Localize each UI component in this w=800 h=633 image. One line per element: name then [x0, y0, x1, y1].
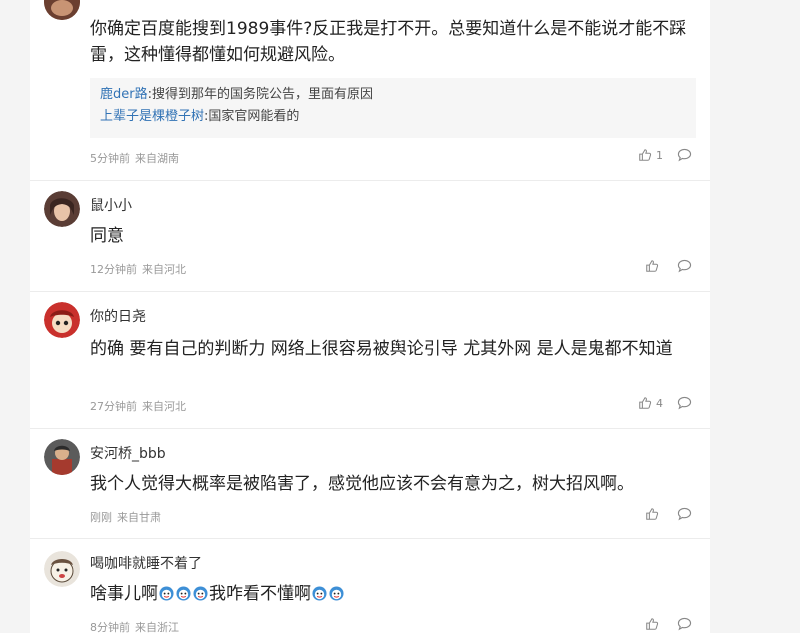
comment-bubble-icon	[677, 617, 692, 631]
comment-time: 27分钟前	[90, 400, 137, 413]
comment-time: 12分钟前	[90, 263, 137, 276]
reply-author-link[interactable]: 鹿der路	[100, 87, 148, 102]
avatar[interactable]	[44, 0, 80, 20]
reply-button[interactable]	[677, 148, 692, 162]
comment-bubble-icon	[677, 507, 692, 521]
comment-meta: 27分钟前 来自河北	[90, 398, 186, 414]
comment-item: 你确定百度能搜到1989事件?反正我是打不开。总要知道什么是不能说才能不踩雷，这…	[30, 0, 710, 181]
comment-location: 来自河北	[142, 263, 186, 276]
comment-meta: 5分钟前 来自湖南	[90, 150, 179, 166]
avatar[interactable]	[44, 191, 80, 227]
thumbs-up-icon	[646, 618, 659, 630]
like-button[interactable]	[645, 259, 663, 273]
emoji-face-icon	[193, 583, 208, 601]
like-button[interactable]	[645, 617, 663, 631]
like-button[interactable]	[645, 507, 663, 521]
emoji-face-icon	[176, 583, 191, 601]
comment-location: 来自甘肃	[117, 511, 161, 524]
comment-bubble-icon	[677, 148, 692, 162]
like-button[interactable]: 4	[638, 396, 663, 410]
reply-line: 鹿der路:搜得到那年的国务院公告，里面有原因	[100, 84, 686, 106]
emoji-face-icon	[329, 583, 344, 601]
thumbs-up-icon	[639, 397, 652, 409]
reply-text: :国家官网能看的	[204, 109, 300, 124]
comment-actions	[645, 259, 692, 273]
thumbs-up-icon	[639, 149, 652, 161]
comment-item: 鼠小小 同意 12分钟前 来自河北	[30, 181, 710, 292]
comment-location: 来自河北	[142, 400, 186, 413]
comment-bubble-icon	[677, 259, 692, 273]
comment-meta: 刚刚 来自甘肃	[90, 509, 161, 525]
comment-location: 来自湖南	[135, 152, 179, 165]
comment-actions	[645, 507, 692, 521]
reply-author-link[interactable]: 上辈子是棵橙子树	[100, 109, 204, 124]
comment-time: 刚刚	[90, 511, 112, 524]
username[interactable]: 鼠小小	[90, 195, 132, 215]
comment-actions	[645, 617, 692, 631]
comment-actions: 1	[638, 148, 692, 162]
comment-item: 安河桥_bbb 我个人觉得大概率是被陷害了，感觉他应该不会有意为之，树大招风啊。…	[30, 429, 710, 539]
comment-bubble-icon	[677, 396, 692, 410]
reply-button[interactable]	[677, 259, 692, 273]
username[interactable]: 你的日尧	[90, 306, 146, 326]
comment-location: 来自浙江	[135, 621, 179, 633]
comment-text-part: 我咋看不懂啊	[209, 584, 311, 604]
thumbs-up-icon	[646, 508, 659, 520]
comment-text: 的确 要有自己的判断力 网络上很容易被舆论引导 尤其外网 是人是鬼都不知道	[90, 339, 673, 359]
reply-button[interactable]	[677, 396, 692, 410]
comment-time: 8分钟前	[90, 621, 130, 633]
reply-line: 上辈子是棵橙子树:国家官网能看的	[100, 106, 686, 128]
comment-time: 5分钟前	[90, 152, 130, 165]
comment-list: 你确定百度能搜到1989事件?反正我是打不开。总要知道什么是不能说才能不踩雷，这…	[30, 0, 710, 633]
comment-text: 你确定百度能搜到1989事件?反正我是打不开。总要知道什么是不能说才能不踩雷，这…	[90, 19, 687, 65]
like-count: 4	[656, 396, 663, 410]
emoji-face-icon	[312, 583, 327, 601]
comment-text: 同意	[90, 226, 124, 246]
comment-item: 喝咖啡就睡不着了 啥事儿啊 我咋看不懂啊 8分钟前 来自浙江	[30, 539, 710, 633]
like-count: 1	[656, 148, 663, 162]
reply-preview: 鹿der路:搜得到那年的国务院公告，里面有原因 上辈子是棵橙子树:国家官网能看的	[90, 78, 696, 138]
emoji-face-icon	[159, 583, 174, 601]
comment-text-part: 啥事儿啊	[90, 584, 158, 604]
thumbs-up-icon	[646, 260, 659, 272]
avatar[interactable]	[44, 439, 80, 475]
avatar[interactable]	[44, 302, 80, 338]
comment-meta: 8分钟前 来自浙江	[90, 619, 179, 633]
comment-text: 啥事儿啊 我咋看不懂啊	[90, 581, 700, 607]
comment-item: 你的日尧 的确 要有自己的判断力 网络上很容易被舆论引导 尤其外网 是人是鬼都不…	[30, 292, 710, 429]
reply-button[interactable]	[677, 507, 692, 521]
comment-meta: 12分钟前 来自河北	[90, 261, 186, 277]
reply-button[interactable]	[677, 617, 692, 631]
reply-text: :搜得到那年的国务院公告，里面有原因	[147, 87, 373, 102]
avatar[interactable]	[44, 551, 80, 587]
comment-text: 我个人觉得大概率是被陷害了，感觉他应该不会有意为之，树大招风啊。	[90, 474, 634, 494]
like-button[interactable]: 1	[638, 148, 663, 162]
username[interactable]: 喝咖啡就睡不着了	[90, 553, 202, 573]
username[interactable]: 安河桥_bbb	[90, 443, 166, 463]
comment-actions: 4	[638, 396, 692, 410]
